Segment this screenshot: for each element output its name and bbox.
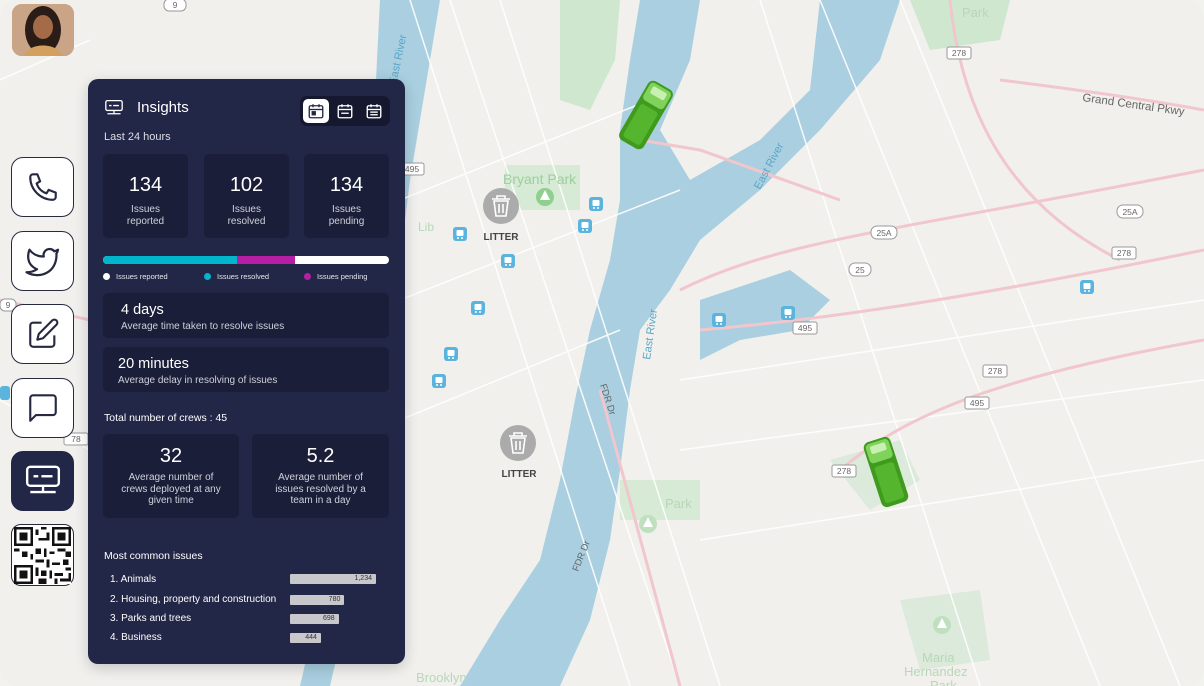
shield-9-b: 9 [6,300,11,310]
shield-78: 78 [71,434,81,444]
litter-marker-1[interactable]: LITTER [483,188,519,243]
progress-reported-segment [103,256,238,264]
issue-value: 444 [305,634,317,641]
litter-marker-2[interactable]: LITTER [500,425,537,480]
stat-value: 134 [329,174,364,196]
delay-label: Average delay in resolving of issues [118,375,278,386]
calendar-day-icon [308,104,324,119]
panel-title: Insights [137,99,189,116]
edit-button[interactable] [11,304,74,364]
issue-bar-business: 444 [290,633,321,643]
issue-row-business: 4. Business [110,632,162,643]
stat-issues-reported: 134 Issues reported [103,154,188,238]
crews-deployed-value: 32 [159,445,183,467]
edit-icon [28,318,58,348]
stat-issues-pending: 134 Issues pending [304,154,389,238]
issue-row-housing: 2. Housing, property and construction [110,594,277,605]
phone-button[interactable] [11,157,74,217]
chat-button[interactable] [11,378,74,438]
period-month-button[interactable] [361,99,387,123]
crews-deployed-card: 32 Average number of crews deployed at a… [103,434,239,518]
resolve-time-label: Average time taken to resolve issues [121,321,285,332]
legend-dot-icon [103,273,110,280]
legend-resolved: Issues resolved [204,272,269,281]
shield-25a-1: 25A [1122,207,1137,217]
chat-icon [28,394,57,422]
common-issues-title: Most common issues [104,550,203,562]
period-day-button[interactable] [303,99,329,123]
litter-label-2: LITTER [502,469,538,480]
shield-25: 25 [855,265,865,275]
legend-pending: Issues pending [304,272,367,281]
stat-issues-resolved: 102 Issues resolved [204,154,289,238]
stat-label: Issues reported [126,204,165,227]
map-label-maria: Maria [922,650,955,665]
shield-495-c: 495 [405,164,419,174]
period-week-button[interactable] [332,99,358,123]
litter-label-1: LITTER [484,232,520,243]
stat-label: Issues pending [328,204,365,227]
map-label-park-top: Park [962,5,989,20]
issue-value: 780 [328,596,341,603]
progress-resolved-segment [237,256,295,264]
issues-per-team-card: 5.2 Average number of issues resolved by… [252,434,389,518]
user-avatar[interactable] [12,4,74,56]
phone-icon [28,173,57,201]
issue-value: 698 [322,615,335,622]
calendar-month-icon [366,104,382,119]
stat-value: 102 [229,174,264,196]
resolve-time-value: 4 days [121,302,164,318]
map-label-hernandez: Hernandez [904,664,968,679]
insights-title-icon [105,99,123,115]
crews-total: Total number of crews : 45 [104,412,228,424]
map-label-bryant-park: Bryant Park [503,171,577,187]
issue-bar-animals: 1,234 [290,574,376,584]
map-label-lib: Lib [418,220,434,234]
shield-278-c: 278 [988,366,1002,376]
map-label-park-bottom: Park [930,678,957,686]
map-label-park-mid: Park [665,496,692,511]
shield-25a-2: 25A [876,228,891,238]
resolve-time-card: 4 days Average time taken to resolve iss… [103,293,389,338]
issues-per-team-label: Average number of issues resolved by a t… [275,472,366,506]
qr-code[interactable] [11,524,74,586]
legend-dot-icon [304,273,311,280]
legend-dot-icon [204,273,211,280]
period-label: Last 24 hours [104,131,171,143]
insights-panel: Insights Last 24 hours 134 Issues report… [88,79,405,664]
period-selector [300,96,390,126]
app-frame: Bryant Park East River East River East R… [0,0,1204,686]
calendar-week-icon [337,104,353,119]
legend-reported: Issues reported [103,272,168,281]
insights-icon [25,465,60,494]
issue-row-animals: 1. Animals [110,574,157,585]
insights-button[interactable] [11,451,74,511]
issue-value: 1,234 [354,575,372,582]
delay-card: 20 minutes Average delay in resolving of… [103,347,389,392]
stat-value: 134 [128,174,163,196]
issue-bar-housing: 780 [290,595,345,605]
map-label-brooklyn: Brooklyn [416,670,467,685]
shield-495-a: 495 [798,323,812,333]
issue-row-parks: 3. Parks and trees [110,613,192,624]
shield-278-d: 278 [837,466,851,476]
issue-bar-parks: 698 [290,614,339,624]
twitter-icon [24,247,59,277]
issues-per-team-value: 5.2 [306,445,335,467]
issues-progress-bar [103,256,389,264]
shield-278-b: 278 [1117,248,1131,258]
shield-9: 9 [173,0,178,10]
shield-495-b: 495 [970,398,984,408]
delay-value: 20 minutes [118,356,189,372]
twitter-button[interactable] [11,231,74,291]
shield-278-a: 278 [952,48,966,58]
stat-label: Issues resolved [227,204,266,227]
crews-deployed-label: Average number of crews deployed at any … [121,472,221,506]
